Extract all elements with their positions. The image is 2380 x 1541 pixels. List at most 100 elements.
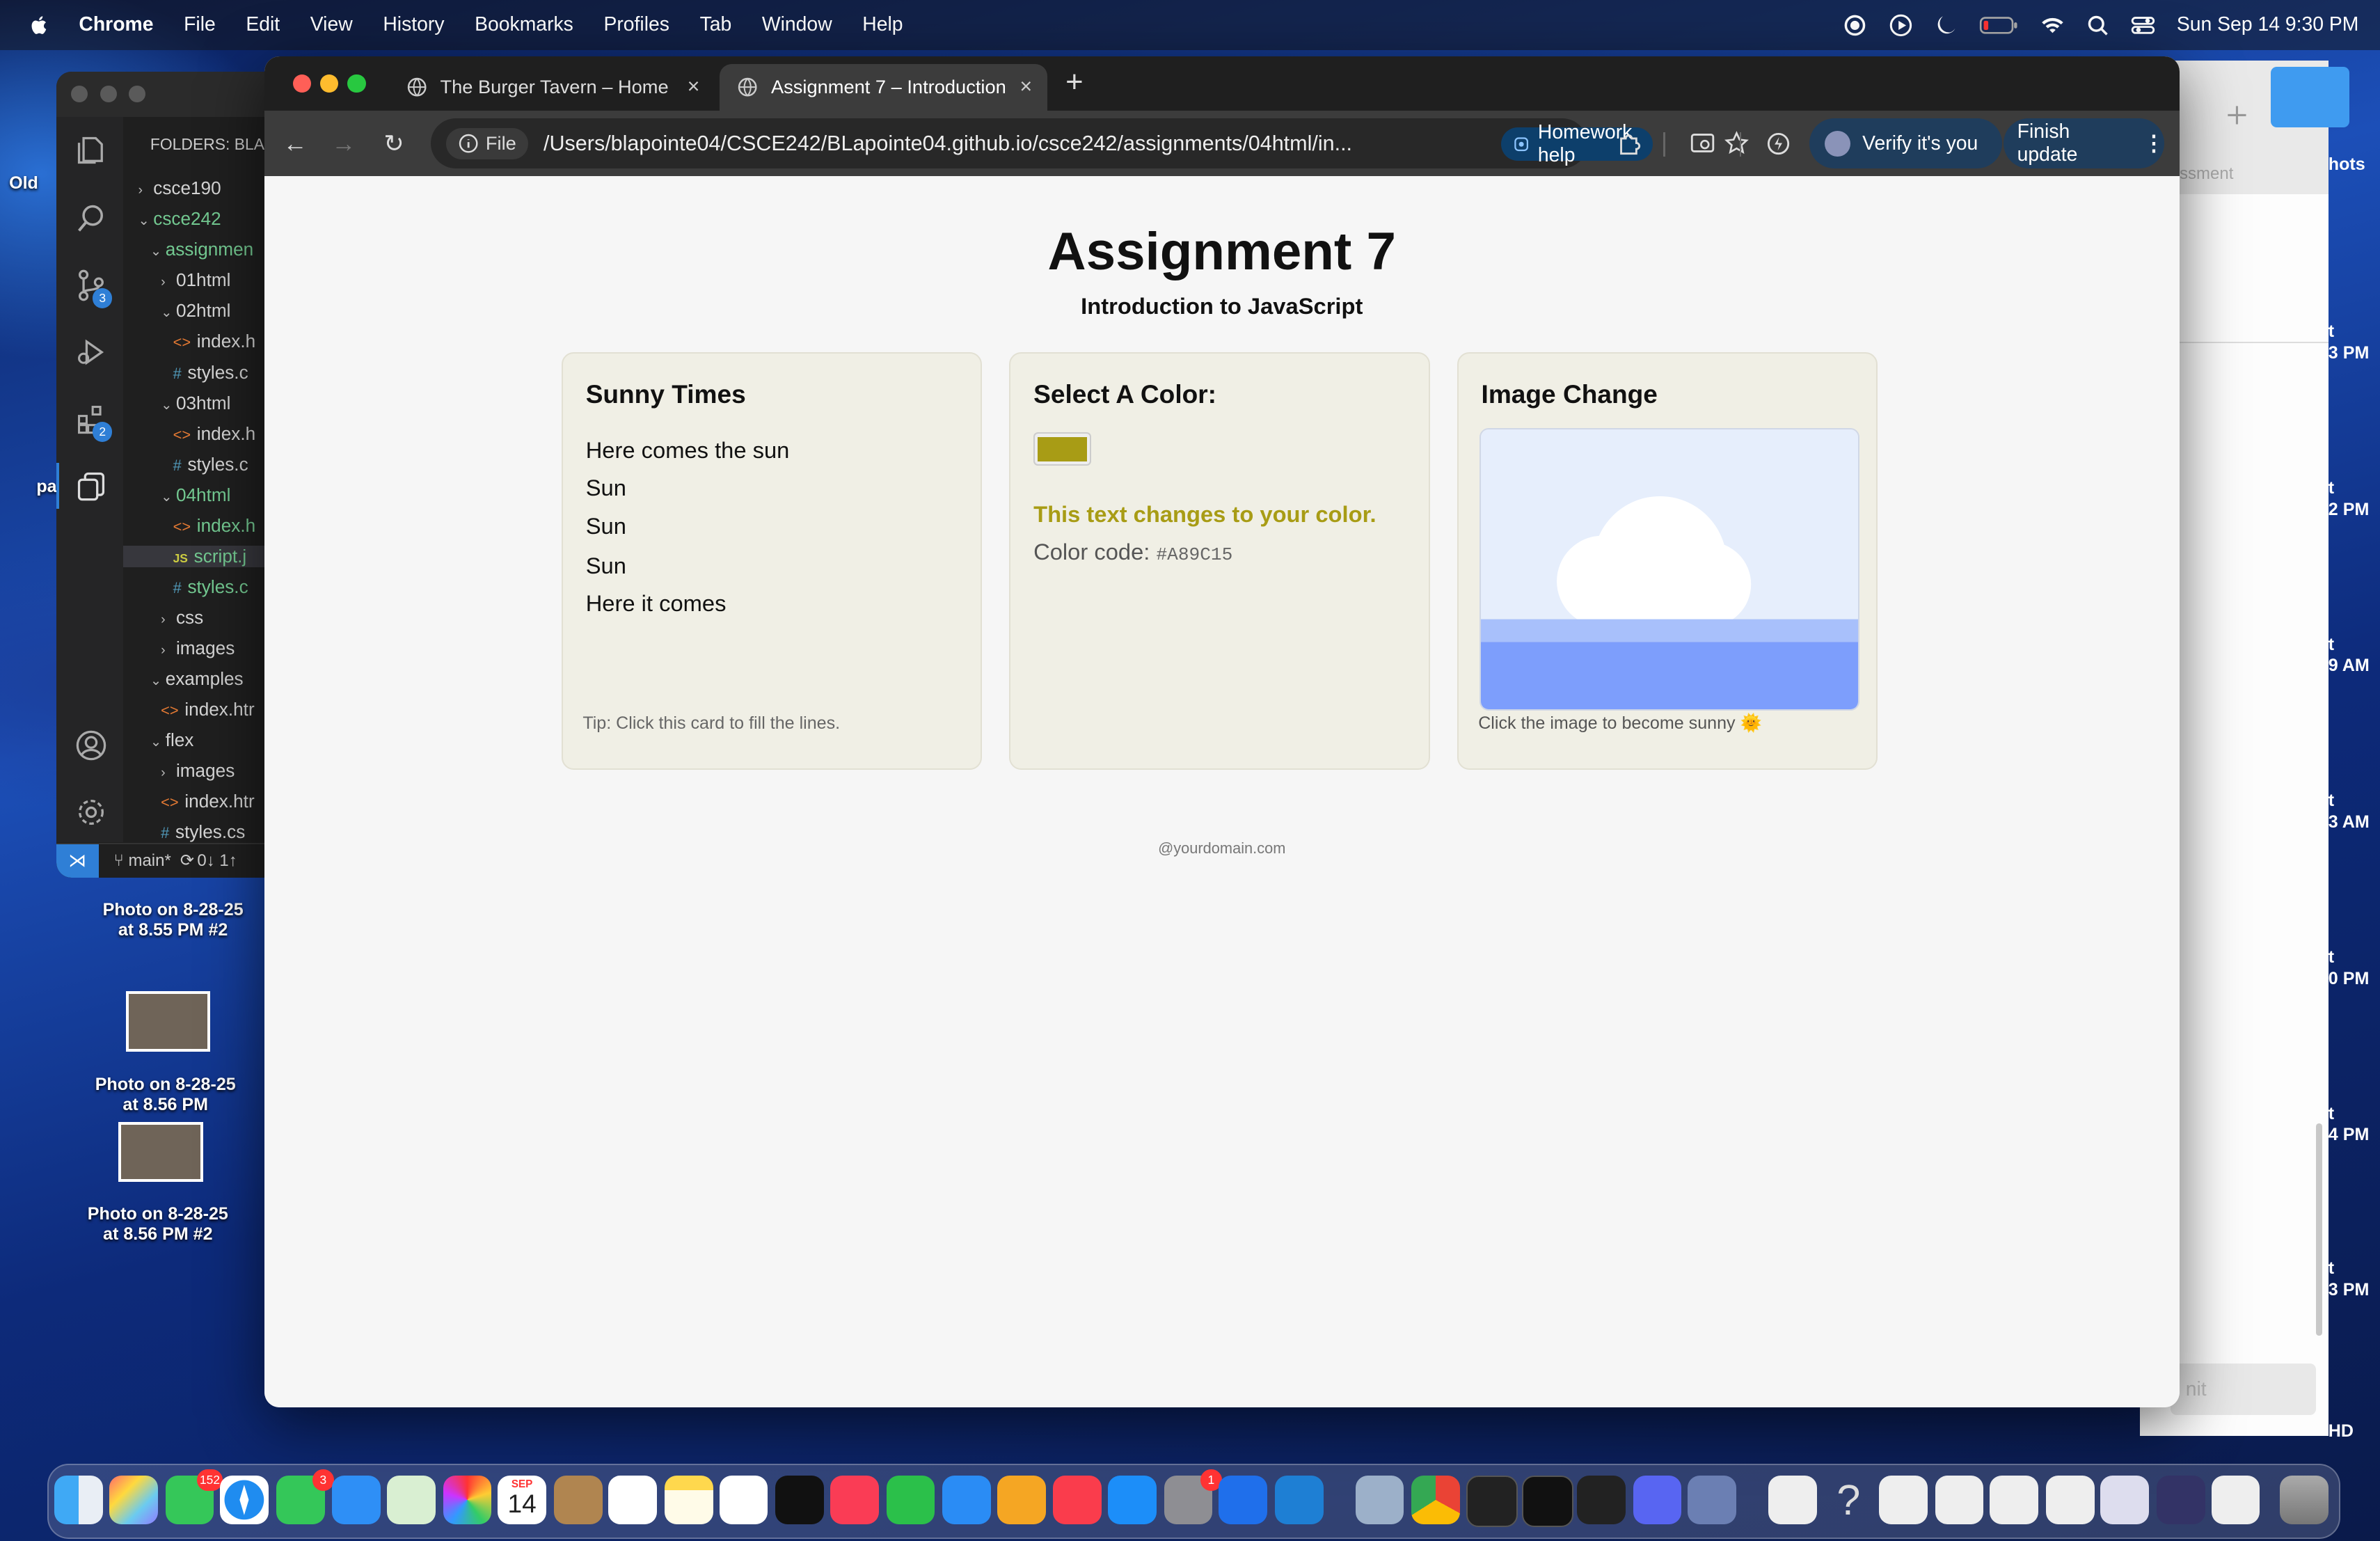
screenshot-thumbnail[interactable] [2045, 1475, 2095, 1524]
tab-close-icon[interactable]: × [1020, 74, 1032, 99]
window-zoom-button[interactable] [347, 74, 366, 93]
tree-file[interactable]: <> index.h [173, 331, 256, 352]
explorer-icon[interactable] [74, 134, 108, 167]
apple-tv-icon[interactable] [775, 1475, 825, 1524]
mail-icon[interactable] [332, 1475, 381, 1524]
forward-arrow-icon[interactable]: → [331, 131, 356, 157]
reload-icon[interactable]: ↻ [381, 131, 406, 157]
run-debug-icon[interactable] [74, 335, 108, 369]
menu-profiles[interactable]: Profiles [603, 13, 669, 36]
tree-folder[interactable]: ⌄ assignmen [150, 239, 253, 260]
tree-file[interactable]: # styles.cs [161, 821, 245, 843]
menu-window[interactable]: Window [762, 13, 832, 36]
screenshot-thumbnail[interactable] [1990, 1475, 2039, 1524]
window-close-button[interactable] [292, 74, 312, 93]
reminders-icon[interactable] [608, 1475, 658, 1524]
url-text[interactable]: /Users/blapointe04/CSCE242/BLapointe04.g… [544, 132, 1352, 156]
calendar-icon[interactable]: SEP 14 [498, 1475, 546, 1524]
tree-folder[interactable]: ⌄ flex [150, 729, 194, 751]
tree-folder[interactable]: ⌄ 03html [161, 393, 230, 414]
tab-burger-tavern[interactable]: The Burger Tavern – Home × [388, 64, 715, 111]
disk-utility-icon[interactable] [1576, 1475, 1626, 1524]
vscode-icon[interactable] [1274, 1475, 1324, 1524]
finish-update-button[interactable]: Finish update ⋮ [2004, 118, 2165, 169]
desktop-label-right[interactable]: hots [2329, 155, 2365, 175]
scrollbar[interactable] [2316, 1123, 2323, 1336]
extensions-puzzle-icon[interactable] [1617, 131, 1642, 157]
help-question-icon[interactable]: ? [1824, 1476, 1873, 1524]
settings-gear-icon[interactable] [74, 796, 108, 829]
site-info-chip[interactable]: File [446, 127, 529, 159]
window-minimize-button[interactable] [320, 74, 339, 93]
numbers-icon[interactable] [886, 1475, 935, 1524]
menu-view[interactable]: View [310, 13, 353, 36]
search-icon[interactable] [74, 202, 108, 235]
freeform-icon[interactable] [719, 1475, 768, 1524]
pages-icon[interactable] [997, 1475, 1046, 1524]
desktop-photo-thumbnail[interactable] [126, 991, 211, 1052]
copy-files-icon[interactable] [74, 469, 108, 503]
wifi-icon[interactable] [2040, 13, 2065, 38]
tree-file[interactable]: <> index.htr [161, 791, 255, 812]
desktop-photo-label[interactable]: Photo on 8-28-25 at 8.56 PM #2 [61, 1204, 255, 1244]
app-store-icon[interactable] [1108, 1475, 1157, 1524]
address-bar[interactable]: File /Users/blapointe04/CSCE242/BLapoint… [431, 118, 1749, 169]
keynote-icon[interactable] [942, 1475, 992, 1524]
r-app-icon[interactable] [1688, 1475, 1736, 1524]
tree-folder[interactable]: ⌄ csce242 [138, 208, 221, 230]
folder-icon[interactable] [2270, 66, 2350, 128]
tree-file[interactable]: # styles.c [173, 454, 248, 475]
app-icon[interactable] [1219, 1475, 1268, 1524]
tree-file[interactable]: # styles.c [173, 576, 248, 598]
menu-clock[interactable]: Sun Sep 14 9:30 PM [2177, 13, 2359, 36]
desktop-label-pa[interactable]: pa [36, 477, 56, 497]
tree-file[interactable]: # styles.c [173, 362, 248, 384]
messages-icon[interactable]: 152 [165, 1469, 223, 1524]
photos-icon[interactable] [443, 1475, 492, 1524]
tab-close-icon[interactable]: × [688, 74, 700, 99]
desktop-photo-label[interactable]: Photo on 8-28-25 at 8.56 PM [68, 1075, 262, 1115]
menu-history[interactable]: History [383, 13, 444, 36]
play-icon[interactable] [1889, 13, 1913, 38]
remote-icon[interactable]: ⋊ [56, 844, 99, 878]
music-icon[interactable] [830, 1475, 879, 1524]
menu-app-chrome[interactable]: Chrome [79, 13, 153, 36]
terminal-icon[interactable] [1466, 1475, 1518, 1527]
branch-icon[interactable]: ⑂ [114, 851, 124, 871]
window-close-button[interactable] [71, 86, 88, 103]
focus-moon-icon[interactable] [1934, 13, 1958, 38]
screenshot-thumbnail[interactable] [1935, 1475, 1984, 1524]
window-zoom-button[interactable] [129, 86, 146, 103]
tree-folder[interactable]: › 01html [161, 269, 230, 291]
sunny-times-card[interactable]: Sunny Times Here comes the sun Sun Sun S… [561, 351, 983, 770]
new-tab-button[interactable]: + [1065, 65, 1083, 100]
menu-bookmarks[interactable]: Bookmarks [475, 13, 573, 36]
apple-logo-icon[interactable] [27, 13, 51, 38]
git-branch[interactable]: main* [128, 851, 170, 871]
system-settings-icon[interactable]: 1 [1164, 1469, 1222, 1524]
maps-icon[interactable] [386, 1475, 436, 1524]
contacts-icon[interactable] [553, 1475, 603, 1524]
tree-folder[interactable]: › images [161, 638, 235, 659]
tree-folder[interactable]: ⌄ 02html [161, 300, 230, 322]
notes-icon[interactable] [665, 1475, 713, 1524]
control-center-icon[interactable] [2131, 13, 2155, 38]
desktop-photo-thumbnail[interactable] [118, 1121, 203, 1183]
launchpad-icon[interactable] [109, 1475, 158, 1524]
sync-status[interactable]: 0↓ 1↑ [197, 851, 237, 871]
account-icon[interactable] [74, 729, 108, 762]
screenshot-thumbnail[interactable] [2211, 1475, 2260, 1524]
tree-folder[interactable]: › csce190 [138, 177, 221, 199]
discord-icon[interactable] [1633, 1475, 1682, 1524]
verify-identity-button[interactable]: Verify it's you [1809, 118, 2002, 169]
tree-folder[interactable]: ⌄ 04html [161, 484, 230, 506]
news-icon[interactable] [1053, 1475, 1102, 1524]
tree-folder[interactable]: › css [161, 607, 203, 629]
chrome-window[interactable]: The Burger Tavern – Home × Assignment 7 … [264, 56, 2180, 1407]
battery-icon[interactable] [1979, 13, 2019, 38]
window-minimize-button[interactable] [100, 86, 117, 103]
menu-file[interactable]: File [184, 13, 216, 36]
menu-tab[interactable]: Tab [700, 13, 732, 36]
safari-icon[interactable] [220, 1475, 269, 1524]
background-window-button[interactable]: nit [2170, 1363, 2317, 1415]
